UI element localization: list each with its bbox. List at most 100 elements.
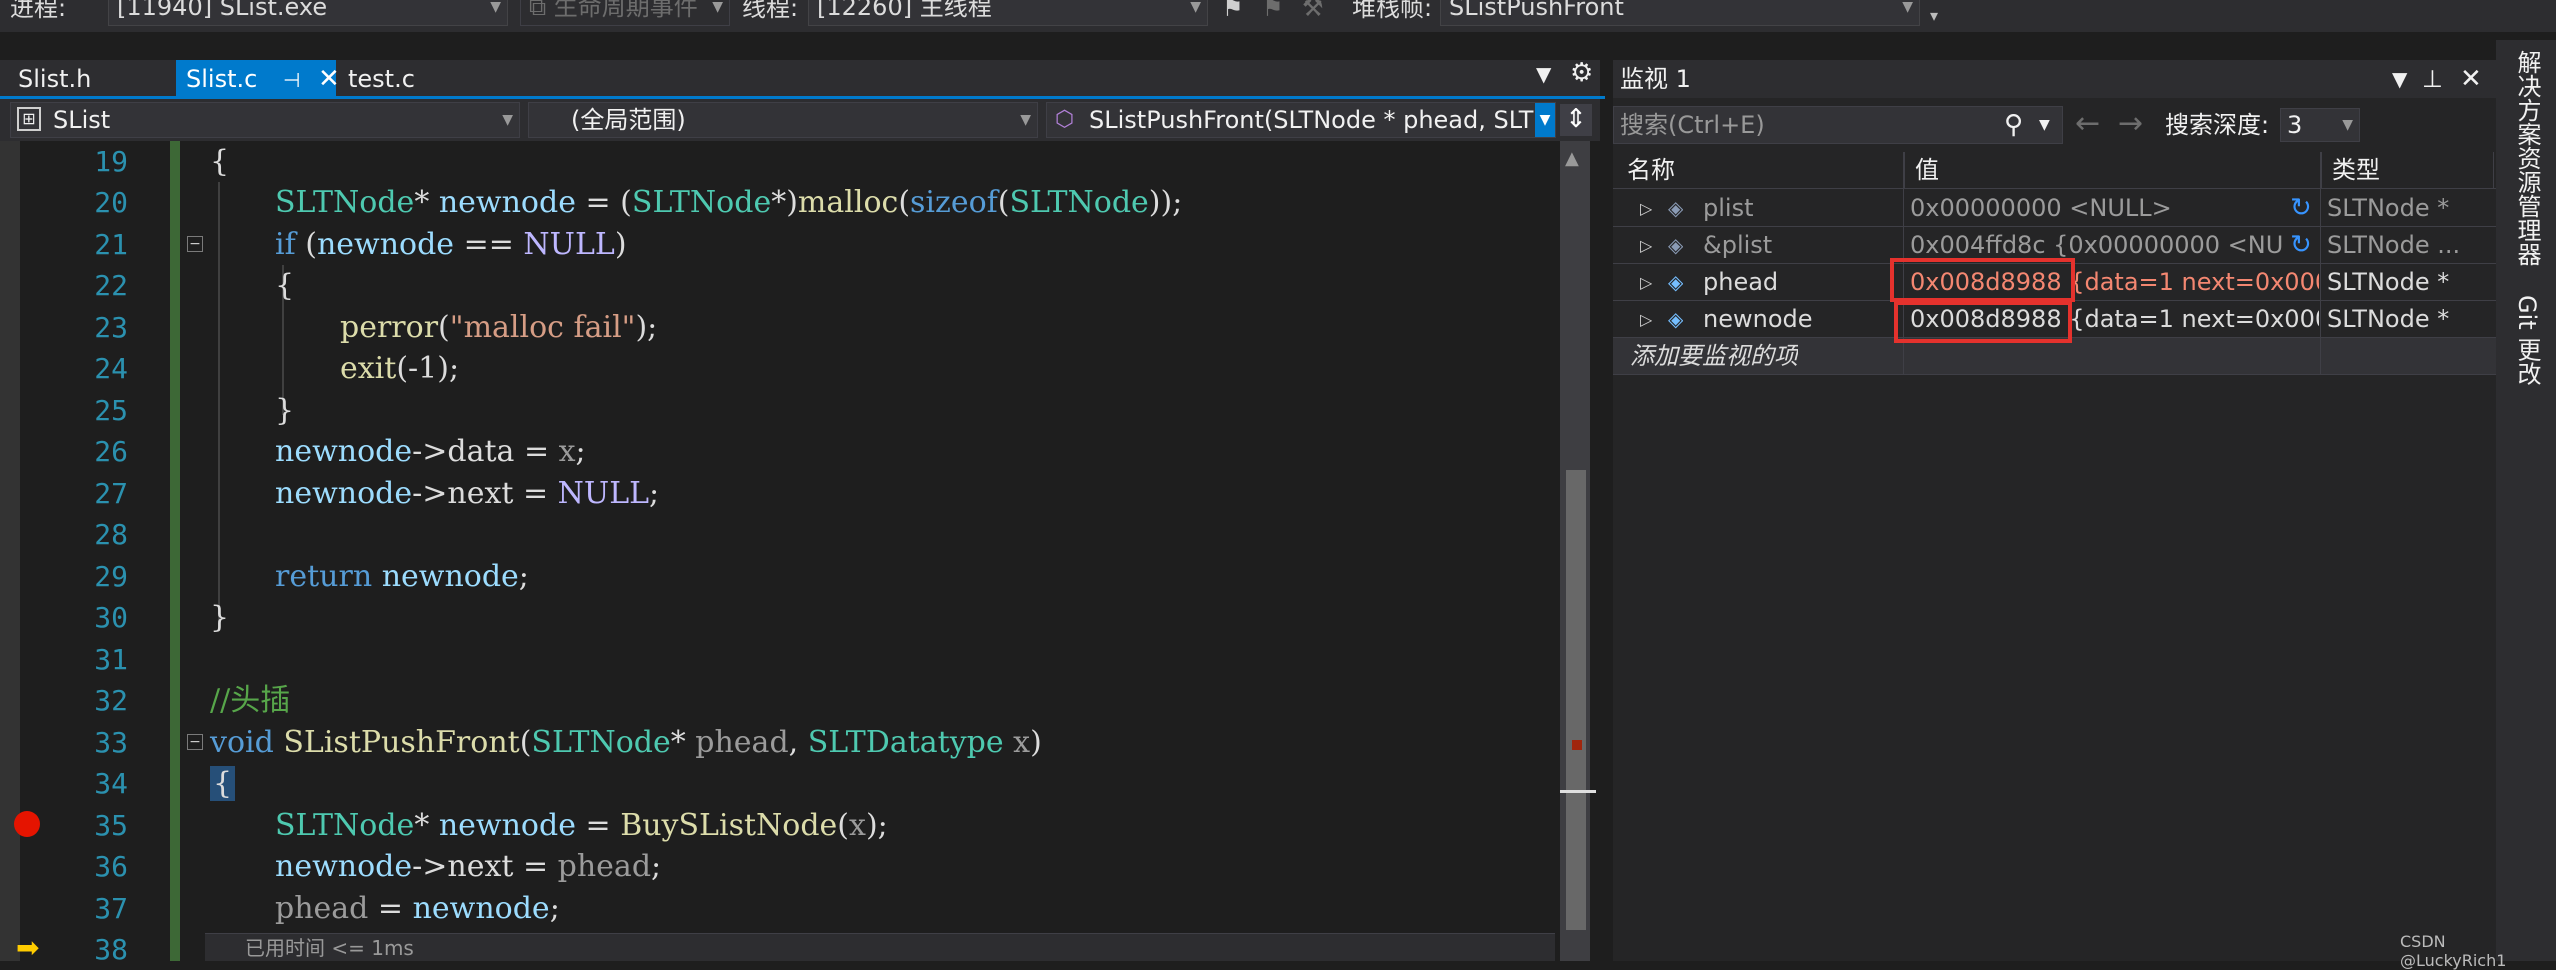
code-token: phead bbox=[557, 849, 652, 884]
collapse-icon[interactable]: − bbox=[187, 236, 203, 252]
code-token: * bbox=[414, 185, 439, 220]
process-dropdown[interactable]: [11940] SList.exe ▼ bbox=[108, 0, 508, 26]
row-separator bbox=[1613, 374, 2498, 375]
code-token: newnode bbox=[438, 808, 576, 843]
code-token: ->next = bbox=[412, 849, 558, 884]
code-line-21: if (newnode == NULL) bbox=[275, 224, 627, 265]
line-number: 19 bbox=[94, 145, 128, 178]
column-divider[interactable] bbox=[2320, 152, 2321, 374]
git-changes-tab[interactable]: Git 更改 bbox=[2510, 295, 2545, 385]
refresh-icon[interactable]: ↻ bbox=[2290, 190, 2312, 227]
tab-list-dropdown-icon[interactable]: ▼ bbox=[1536, 62, 1551, 86]
close-icon[interactable]: ✕ bbox=[318, 64, 340, 94]
indent-guide bbox=[218, 182, 220, 622]
column-header-type[interactable]: 类型 bbox=[2322, 152, 2494, 188]
code-token: ) bbox=[1030, 725, 1042, 760]
process-label: 进程: bbox=[10, 0, 67, 22]
code-token: sizeof bbox=[910, 185, 998, 220]
window-dropdown-icon[interactable]: ▼ bbox=[2392, 60, 2407, 98]
watch-type: SLTNode * bbox=[2327, 268, 2450, 296]
tab-slist-h[interactable]: Slist.h bbox=[8, 60, 173, 98]
thread-label: 线程: bbox=[742, 0, 799, 22]
chevron-down-icon[interactable]: ▼ bbox=[2039, 107, 2050, 143]
code-token: exit bbox=[340, 351, 397, 386]
function-dropdown[interactable]: ⬡ SListPushFront(SLTNode * phead, SLTD ▼ bbox=[1046, 102, 1556, 138]
thread-value: [12260] 主线程 bbox=[817, 0, 992, 21]
search-depth-dropdown[interactable]: 3 ▼ bbox=[2280, 108, 2360, 142]
collapse-icon[interactable]: − bbox=[187, 734, 203, 750]
code-token: newnode bbox=[316, 227, 455, 262]
code-token: = bbox=[575, 808, 621, 843]
scroll-up-icon[interactable]: ▲ bbox=[1565, 148, 1579, 169]
chevron-down-icon: ▼ bbox=[1020, 112, 1031, 128]
chevron-down-icon: ▼ bbox=[1902, 0, 1913, 15]
watch-name: plist bbox=[1703, 194, 1754, 222]
tab-slist-c[interactable]: Slist.c ⊣ ✕ bbox=[176, 60, 340, 98]
code-token: void bbox=[210, 725, 274, 760]
code-token: malloc bbox=[797, 185, 899, 220]
search-next-icon[interactable]: → bbox=[2118, 106, 2143, 142]
scrollbar-thumb[interactable] bbox=[1566, 470, 1586, 930]
code-token: phead bbox=[275, 891, 369, 926]
lifecycle-events-button[interactable]: ⧉ 生命周期事件 ▼ bbox=[520, 0, 730, 26]
refresh-icon[interactable]: ↻ bbox=[2290, 227, 2312, 264]
stackframe-label: 堆栈帧: bbox=[1352, 0, 1433, 22]
code-token: return bbox=[275, 559, 373, 594]
line-number: 29 bbox=[94, 560, 128, 593]
code-line-20: SLTNode* newnode = (SLTNode*)malloc(size… bbox=[275, 182, 1182, 223]
pin-icon[interactable]: ⊣ bbox=[283, 68, 300, 92]
current-statement-arrow-icon: ➡ bbox=[16, 931, 40, 964]
code-token: { bbox=[275, 268, 295, 303]
flag-thread-icon[interactable]: ⚑ bbox=[1222, 0, 1244, 20]
toolbar-overflow-icon[interactable]: ▾ bbox=[1930, 6, 1938, 25]
show-threads-icon[interactable]: ⚒ bbox=[1302, 0, 1324, 20]
solution-explorer-tab[interactable]: 解决方案资源管理器 bbox=[2510, 50, 2545, 266]
scope-dropdown[interactable]: (全局范围) ▼ bbox=[528, 102, 1038, 138]
gear-icon[interactable]: ⚙ bbox=[1570, 58, 1593, 88]
split-editor-icon[interactable]: ⇕ bbox=[1560, 104, 1592, 136]
code-token: )); bbox=[1148, 185, 1183, 220]
flag-all-threads-icon[interactable]: ⚑ bbox=[1262, 0, 1284, 20]
project-dropdown[interactable]: ⊞ SList ▼ bbox=[10, 102, 520, 138]
chevron-down-icon: ▼ bbox=[712, 0, 723, 15]
line-number: 23 bbox=[94, 311, 128, 344]
code-token: == bbox=[454, 227, 524, 262]
code-token: ) bbox=[614, 227, 627, 262]
code-line-22: { bbox=[275, 265, 294, 306]
search-depth-label: 搜索深度: bbox=[2165, 111, 2270, 139]
column-header-name[interactable]: 名称 bbox=[1617, 152, 1905, 188]
code-token: ->next = bbox=[412, 476, 558, 511]
search-previous-icon[interactable]: ← bbox=[2075, 106, 2100, 142]
line-number: 22 bbox=[94, 269, 128, 302]
code-token: SLTNode bbox=[631, 185, 772, 220]
code-token: *) bbox=[771, 185, 798, 220]
add-watch-placeholder[interactable]: 添加要监视的项 bbox=[1630, 338, 1798, 375]
pin-icon[interactable]: ⊥ bbox=[2422, 60, 2443, 98]
line-number: 24 bbox=[94, 352, 128, 385]
stackframe-dropdown[interactable]: SListPushFront ▼ bbox=[1440, 0, 1920, 26]
column-header-value[interactable]: 值 bbox=[1905, 152, 2322, 188]
watch-title: 监视 1 bbox=[1620, 65, 1691, 93]
breakpoint-marker bbox=[1572, 740, 1582, 750]
code-token: ; bbox=[651, 849, 662, 884]
code-line-29: return newnode; bbox=[275, 556, 529, 597]
watch-name: &plist bbox=[1703, 231, 1773, 259]
tab-label: test.c bbox=[348, 65, 415, 93]
code-token: } bbox=[210, 600, 230, 635]
line-number: 30 bbox=[94, 601, 128, 634]
line-number: 26 bbox=[94, 435, 128, 468]
breakpoint-icon[interactable] bbox=[14, 811, 40, 837]
code-line-34: { bbox=[210, 763, 236, 804]
search-icon[interactable]: ⚲ bbox=[2004, 107, 2023, 143]
code-token: if bbox=[275, 227, 296, 262]
close-icon[interactable]: ✕ bbox=[2460, 60, 2482, 98]
line-number: 20 bbox=[94, 186, 128, 219]
tab-test-c[interactable]: test.c bbox=[338, 60, 488, 98]
watch-search-input[interactable]: 搜索(Ctrl+E) ⚲ ▼ bbox=[1613, 106, 2063, 144]
line-number: 37 bbox=[94, 892, 128, 925]
chevron-down-icon: ▼ bbox=[2342, 117, 2353, 133]
thread-dropdown[interactable]: [12260] 主线程 ▼ bbox=[808, 0, 1208, 26]
code-token: phead bbox=[695, 725, 789, 760]
